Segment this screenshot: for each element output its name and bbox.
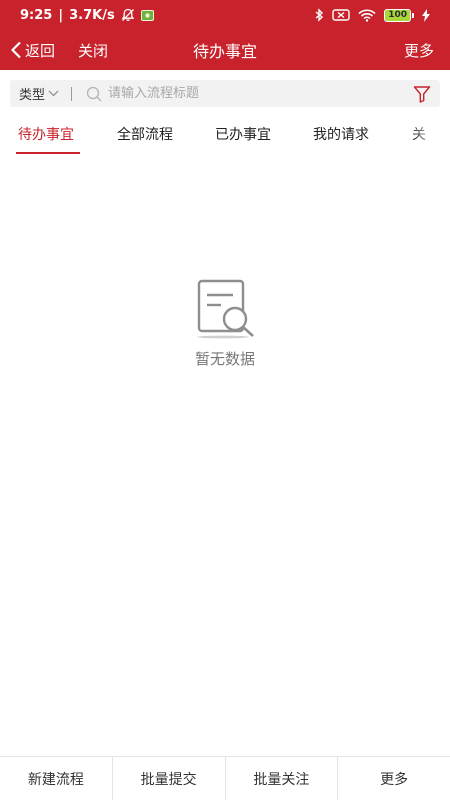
status-time: 9:25 — [20, 7, 53, 23]
type-dropdown[interactable]: 类型 — [10, 84, 59, 103]
status-right: 100 — [314, 8, 430, 22]
status-network-speed: 3.7K/s — [69, 7, 115, 23]
nav-bar: 返回 关闭 待办事宜 更多 — [0, 30, 450, 70]
search-bar: 类型 — [10, 80, 440, 107]
active-tab-indicator — [16, 152, 80, 154]
search-icon — [86, 86, 102, 102]
chevron-down-icon — [48, 90, 59, 97]
status-left: 9:25 | 3.7K/s — [20, 8, 154, 23]
bluetooth-icon — [314, 8, 324, 22]
tab-all-flows[interactable]: 全部流程 — [117, 112, 173, 156]
more-label: 更多 — [403, 41, 434, 60]
back-label: 返回 — [25, 41, 56, 60]
tab-my-requests[interactable]: 我的请求 — [313, 112, 369, 156]
page-title: 待办事宜 — [192, 42, 257, 61]
tab-bar: 待办事宜 全部流程 已办事宜 我的请求 关 — [0, 112, 450, 158]
wifi-icon — [358, 9, 376, 22]
battery-level: 100 — [384, 8, 411, 22]
filter-icon — [413, 85, 431, 103]
sim-icon — [332, 9, 350, 21]
charging-icon — [422, 8, 430, 22]
filter-button[interactable] — [404, 80, 440, 107]
bottom-toolbar: 新建流程 批量提交 批量关注 更多 — [0, 756, 450, 800]
status-bar: 9:25 | 3.7K/s 100 — [0, 0, 450, 30]
bottom-more-button[interactable]: 更多 — [338, 757, 450, 800]
battery-icon: 100 — [384, 8, 414, 22]
empty-document-search-icon — [193, 278, 257, 340]
more-menu-button[interactable]: 更多 — [404, 30, 434, 70]
close-label: 关闭 — [78, 41, 109, 60]
batch-follow-button[interactable]: 批量关注 — [226, 757, 339, 800]
close-button[interactable]: 关闭 — [78, 30, 108, 70]
new-flow-button[interactable]: 新建流程 — [0, 757, 113, 800]
app-notification-icon — [140, 9, 154, 21]
empty-message: 暂无数据 — [194, 350, 255, 368]
type-dropdown-label: 类型 — [19, 88, 46, 103]
tab-pending[interactable]: 待办事宜 — [18, 112, 74, 156]
app-screen: 9:25 | 3.7K/s 100 返回 关闭 待办事宜 更多 类型 请输入流程… — [0, 0, 450, 800]
empty-state: 暂无数据 — [0, 278, 450, 369]
batch-submit-button[interactable]: 批量提交 — [113, 757, 226, 800]
status-separator: | — [58, 7, 64, 23]
battery-tip — [412, 12, 414, 18]
search-input[interactable] — [102, 86, 404, 101]
tab-following[interactable]: 关 — [412, 112, 426, 156]
back-button[interactable]: 返回 — [10, 30, 55, 70]
search-divider — [71, 86, 73, 101]
tab-done[interactable]: 已办事宜 — [215, 112, 271, 156]
notification-muted-icon — [121, 8, 135, 22]
chevron-left-icon — [10, 41, 22, 59]
